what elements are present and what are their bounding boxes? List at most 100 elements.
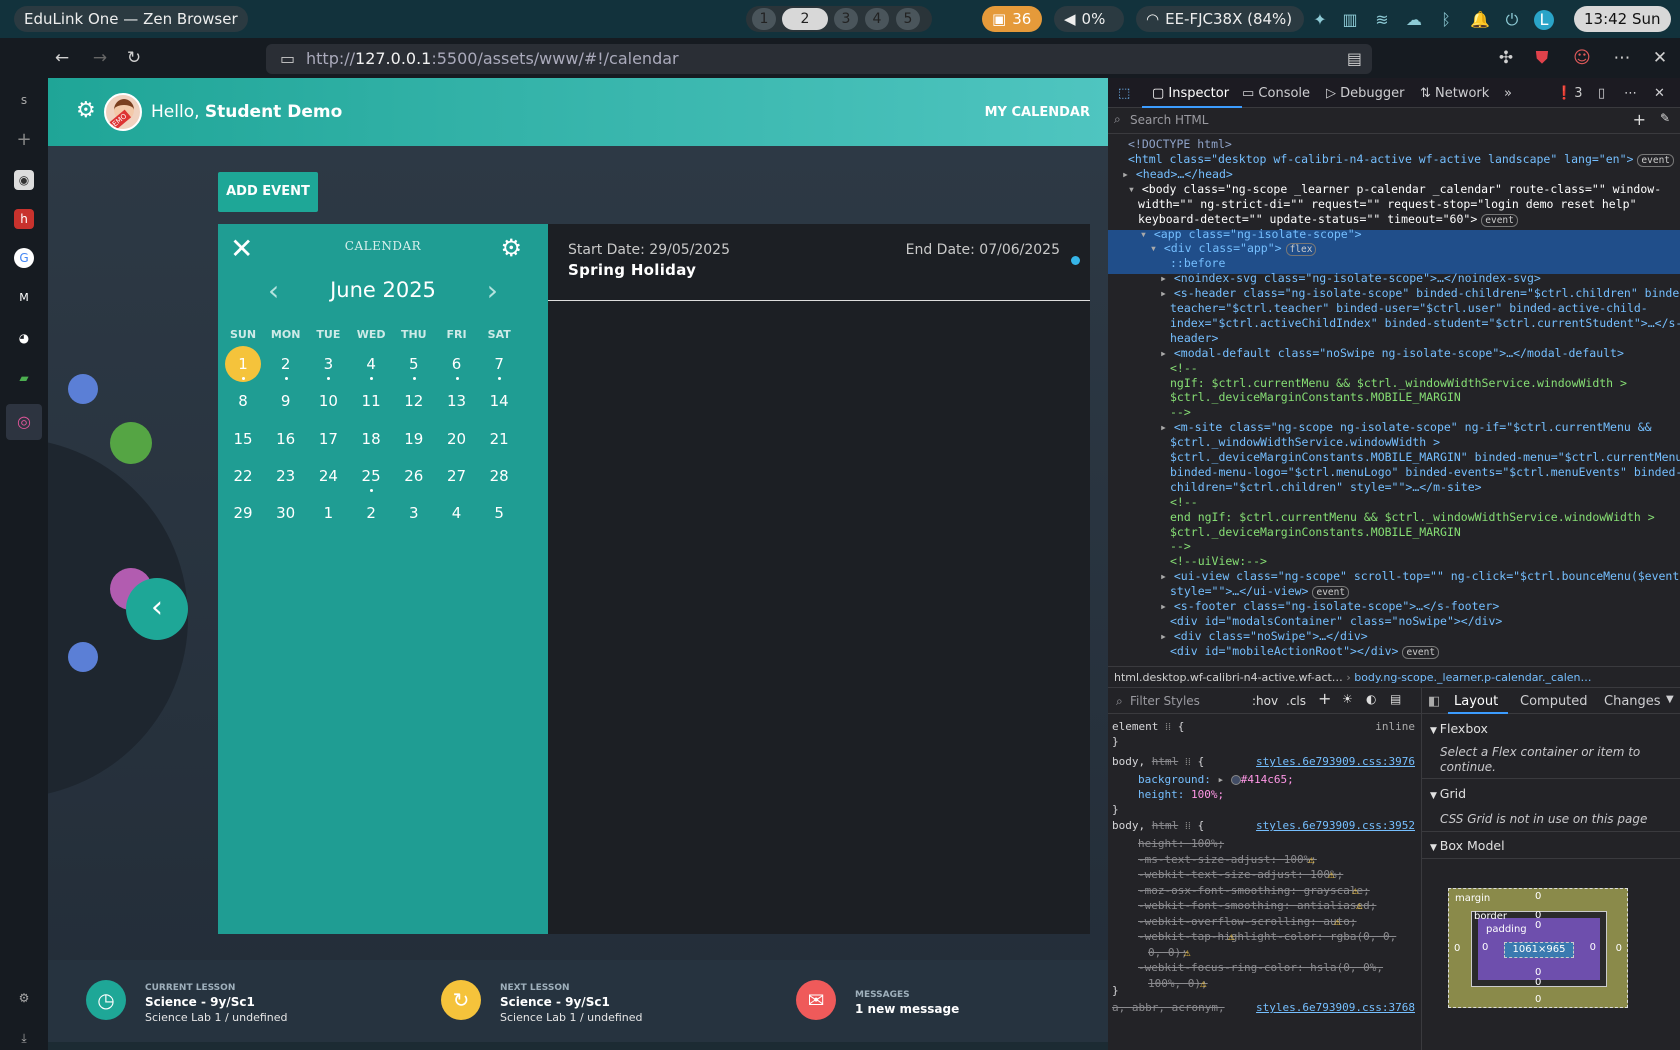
dom-node-line[interactable]: keyboard-detect="" update-status="" time… (1138, 212, 1518, 227)
dom-node-line[interactable]: ▸ <noindex-svg class="ng-isolate-scope">… (1160, 271, 1541, 285)
url-bar[interactable]: ▭ http://127.0.0.1:5500/assets/www/#!/ca… (266, 44, 1372, 74)
user-icon[interactable]: L (1534, 10, 1554, 30)
overridden-declaration[interactable]: -ms-text-size-adjust: 100%; (1138, 852, 1317, 867)
rule-3-source[interactable]: styles.6e793909.css:3768 (1256, 1000, 1415, 1015)
rule-element[interactable]: element ⁞⁞ { (1112, 719, 1184, 734)
volume-indicator[interactable]: ◀ 0% (1054, 6, 1124, 32)
calendar-day[interactable]: 19 (396, 421, 432, 457)
calendar-day[interactable]: 3 (396, 495, 432, 531)
flexbox-section[interactable]: ▼ Flexbox (1430, 721, 1488, 736)
dom-node-line[interactable]: <!-- (1170, 361, 1198, 375)
html-search[interactable]: ⌕ Search HTML + ✎ (1108, 108, 1680, 134)
tab-computed[interactable]: Computed (1520, 694, 1588, 709)
dom-node-line[interactable]: style="">…</ui-view> event (1170, 584, 1350, 600)
cls-toggle[interactable]: .cls (1286, 694, 1306, 709)
rule-1-source[interactable]: styles.6e793909.css:3976 (1256, 754, 1415, 769)
dom-node-line[interactable]: <div id="mobileActionRoot"></div> event (1170, 644, 1440, 659)
warning-icon[interactable]: ⚠ (1184, 945, 1191, 960)
expand-arrow-icon[interactable]: ▸ (1160, 599, 1174, 613)
rule-2-selector[interactable]: body, html ⁞⁞ { (1112, 818, 1204, 833)
dom-node-line[interactable]: $ctrl._deviceMarginConstants.MOBILE_MARG… (1170, 390, 1461, 404)
layers-icon[interactable]: ≋ (1372, 10, 1392, 30)
expand-arrow-icon[interactable]: ▸ (1160, 286, 1174, 300)
expand-arrow-icon[interactable]: ▸ (1160, 420, 1174, 434)
calendar-day[interactable]: 23 (268, 458, 304, 494)
chart-icon[interactable]: ▥ (1340, 10, 1360, 30)
tab-debugger[interactable]: ▷ Debugger (1326, 86, 1405, 101)
edulink-tab-icon[interactable]: ◎ (6, 404, 42, 440)
calendar-day[interactable]: 1 (310, 495, 346, 531)
tab-layout[interactable]: Layout (1454, 694, 1498, 709)
calendar-day[interactable]: 27 (439, 458, 475, 494)
box-model-section[interactable]: ▼ Box Model (1430, 838, 1505, 853)
overridden-declaration[interactable]: -webkit-tap-highlight-color: rgba(0, 0, (1138, 929, 1396, 944)
node-badge[interactable]: event (1637, 153, 1675, 167)
dom-node-line[interactable]: ▸ <modal-default class="noSwipe ng-isola… (1160, 346, 1624, 360)
clock[interactable]: 13:42 Sun (1574, 6, 1671, 32)
tab-console[interactable]: ▭ Console (1242, 86, 1310, 101)
expand-arrow-icon[interactable]: ▾ (1140, 227, 1154, 241)
bell-icon[interactable]: 🔔 (1470, 10, 1490, 30)
calendar-day[interactable]: 2 (268, 346, 304, 382)
workspace-4[interactable]: 4 (865, 8, 889, 30)
dock-icon[interactable]: ▯ (1598, 86, 1605, 101)
back-chevron-button[interactable]: ‹ (126, 578, 188, 640)
orbit-menu-item[interactable] (110, 422, 152, 464)
medium-icon[interactable]: M (14, 288, 34, 308)
calendar-day[interactable]: 10 (310, 383, 346, 419)
pick-element-icon[interactable]: ⬚ (1118, 86, 1130, 101)
next-clock-icon[interactable]: ↻ (441, 980, 481, 1020)
calendar-day[interactable]: 13 (439, 383, 475, 419)
more-menu-icon[interactable]: ⋯ (1610, 46, 1634, 70)
dom-tree[interactable]: <!DOCTYPE html> <html class="desktop wf-c… (1108, 134, 1680, 666)
dom-node-line[interactable]: $ctrl._windowWidthService.windowWidth > (1170, 435, 1440, 449)
extensions-icon[interactable]: ✣ (1494, 46, 1518, 70)
dom-node-line[interactable]: ▾ <body class="ng-scope _learner p-calen… (1128, 182, 1661, 196)
dom-node-line[interactable]: ▾ <div class="app"> flex (1150, 241, 1317, 257)
calendar-day[interactable]: 29 (225, 495, 261, 531)
node-badge[interactable]: flex (1285, 243, 1317, 257)
breadcrumb-body[interactable]: body.ng-scope._learner.p-calendar._calen… (1354, 671, 1591, 684)
calendar-day[interactable]: 30 (268, 495, 304, 531)
warning-icon[interactable]: ⚠ (1352, 883, 1359, 898)
eyedropper-icon[interactable]: ✎ (1660, 111, 1670, 125)
overridden-declaration[interactable]: height: 100%; (1138, 836, 1224, 851)
overridden-declaration[interactable]: -moz-osx-font-smoothing: grayscale; (1138, 883, 1370, 898)
more-options-icon[interactable]: ⋯ (1624, 86, 1637, 101)
calendar-day[interactable]: 26 (396, 458, 432, 494)
expand-arrow-icon[interactable]: ▸ (1160, 629, 1174, 643)
warning-icon[interactable]: ⚠ (1228, 929, 1235, 944)
dom-node-line[interactable]: <!--uiView:--> (1170, 554, 1267, 568)
overridden-declaration[interactable]: -webkit-focus-ring-color: hsla(0, 0%, (1138, 960, 1383, 975)
dom-node-line[interactable]: ▸ <ui-view class="ng-scope" scroll-top="… (1160, 569, 1680, 583)
power-icon[interactable]: ⏻ (1502, 10, 1522, 30)
orbit-menu-item[interactable] (68, 642, 98, 672)
chevron-right-icon[interactable]: › (487, 274, 498, 307)
calendar-day[interactable]: 17 (310, 421, 346, 457)
add-node-icon[interactable]: + (1633, 110, 1646, 129)
calendar-day[interactable]: 21 (481, 421, 517, 457)
hov-toggle[interactable]: :hov (1252, 694, 1278, 709)
dom-node-line[interactable]: end ngIf: $ctrl.currentMenu && $ctrl._wi… (1170, 510, 1655, 524)
event-title[interactable]: Spring Holiday (568, 261, 696, 279)
ublock-icon[interactable]: ⛊ (1530, 46, 1554, 70)
google-icon[interactable]: G (14, 248, 34, 268)
calendar-day[interactable]: 16 (268, 421, 304, 457)
dom-node-line[interactable]: ▸ <s-footer class="ng-isolate-scope">…</… (1160, 599, 1499, 613)
calendar-day[interactable]: 9 (268, 383, 304, 419)
dom-node-line[interactable]: header> (1170, 331, 1218, 345)
calendar-day[interactable]: 14 (481, 383, 517, 419)
next-lesson-title[interactable]: Science - 9y/Sc1 (500, 995, 610, 1009)
dom-node-line[interactable]: ::before (1170, 256, 1225, 270)
sidebar-toggle-icon[interactable]: ◧ (1428, 694, 1440, 709)
grid-section[interactable]: ▼ Grid (1430, 786, 1466, 801)
dom-node-line[interactable]: teacher="$ctrl.teacher" binded-user="$ct… (1170, 301, 1648, 315)
weather-icon[interactable]: ☁ (1404, 10, 1424, 30)
more-tabs-icon[interactable]: » (1504, 86, 1512, 101)
tab-network[interactable]: ⇅ Network (1420, 86, 1489, 101)
dom-node-line[interactable]: width="" ng-strict-di="" request="" requ… (1138, 197, 1637, 211)
calendar-day[interactable]: 3 (310, 346, 346, 382)
avatar[interactable]: DEMO (104, 93, 142, 131)
breadcrumb-html[interactable]: html.desktop.wf-calibri-n4-active.wf-act… (1114, 671, 1343, 684)
dom-node-line[interactable]: $ctrl._deviceMarginConstants.MOBILE_MARG… (1170, 525, 1461, 539)
